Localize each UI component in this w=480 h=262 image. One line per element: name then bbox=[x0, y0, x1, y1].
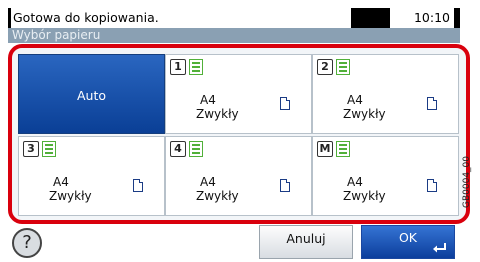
enter-icon bbox=[433, 243, 446, 253]
tray-header: 3 bbox=[23, 141, 56, 157]
paper-size: A4 bbox=[200, 175, 216, 189]
help-button[interactable]: ? bbox=[12, 228, 42, 258]
tile-tray-3[interactable]: 3 A4 Zwykły bbox=[18, 136, 165, 216]
ok-button[interactable]: OK bbox=[361, 225, 455, 259]
portrait-orientation-icon bbox=[280, 179, 290, 192]
paper-stack-icon bbox=[336, 141, 350, 157]
tile-tray-1[interactable]: 1 A4 Zwykły bbox=[165, 54, 312, 134]
paper-type: Zwykły bbox=[196, 189, 239, 203]
tray-header: 1 bbox=[170, 59, 203, 75]
paper-size: A4 bbox=[53, 175, 69, 189]
paper-selection-panel: Auto 1 A4 Zwykły 2 A4 Zwykły 3 A4 Zwykły bbox=[8, 44, 470, 224]
portrait-orientation-icon bbox=[280, 97, 290, 110]
tile-auto[interactable]: Auto bbox=[18, 54, 165, 134]
tile-tray-4[interactable]: 4 A4 Zwykły bbox=[165, 136, 312, 216]
cancel-button[interactable]: Anuluj bbox=[259, 225, 353, 259]
paper-type: Zwykły bbox=[343, 107, 386, 121]
tray-number-icon: 2 bbox=[317, 59, 333, 75]
tray-number-icon: 1 bbox=[170, 59, 186, 75]
tray-number-icon: M bbox=[317, 141, 333, 157]
paper-size: A4 bbox=[347, 175, 363, 189]
tile-tray-mp[interactable]: M A4 Zwykły bbox=[312, 136, 459, 216]
paper-stack-icon bbox=[42, 141, 56, 157]
paper-stack-icon bbox=[189, 141, 203, 157]
status-time: 10:10 bbox=[389, 8, 454, 28]
tray-number-icon: 3 bbox=[23, 141, 39, 157]
paper-stack-icon bbox=[336, 59, 350, 75]
tray-header: 2 bbox=[317, 59, 350, 75]
cancel-label: Anuluj bbox=[286, 231, 326, 246]
tray-header: M bbox=[317, 141, 350, 157]
document-code: GB0004_00 bbox=[462, 155, 472, 208]
paper-type: Zwykły bbox=[196, 107, 239, 121]
paper-type: Zwykły bbox=[343, 189, 386, 203]
ok-label: OK bbox=[398, 230, 418, 245]
tile-tray-2[interactable]: 2 A4 Zwykły bbox=[312, 54, 459, 134]
screen-title: Wybór papieru bbox=[8, 28, 460, 43]
auto-label: Auto bbox=[76, 88, 107, 103]
tray-header: 4 bbox=[170, 141, 203, 157]
tray-number-icon: 4 bbox=[170, 141, 186, 157]
status-message: Gotowa do kopiowania. bbox=[11, 8, 351, 28]
paper-stack-icon bbox=[189, 59, 203, 75]
paper-type: Zwykły bbox=[49, 189, 92, 203]
portrait-orientation-icon bbox=[133, 179, 143, 192]
status-bar: Gotowa do kopiowania. 10:10 bbox=[8, 8, 460, 28]
portrait-orientation-icon bbox=[427, 179, 437, 192]
portrait-orientation-icon bbox=[427, 97, 437, 110]
paper-size: A4 bbox=[200, 93, 216, 107]
paper-size: A4 bbox=[347, 93, 363, 107]
